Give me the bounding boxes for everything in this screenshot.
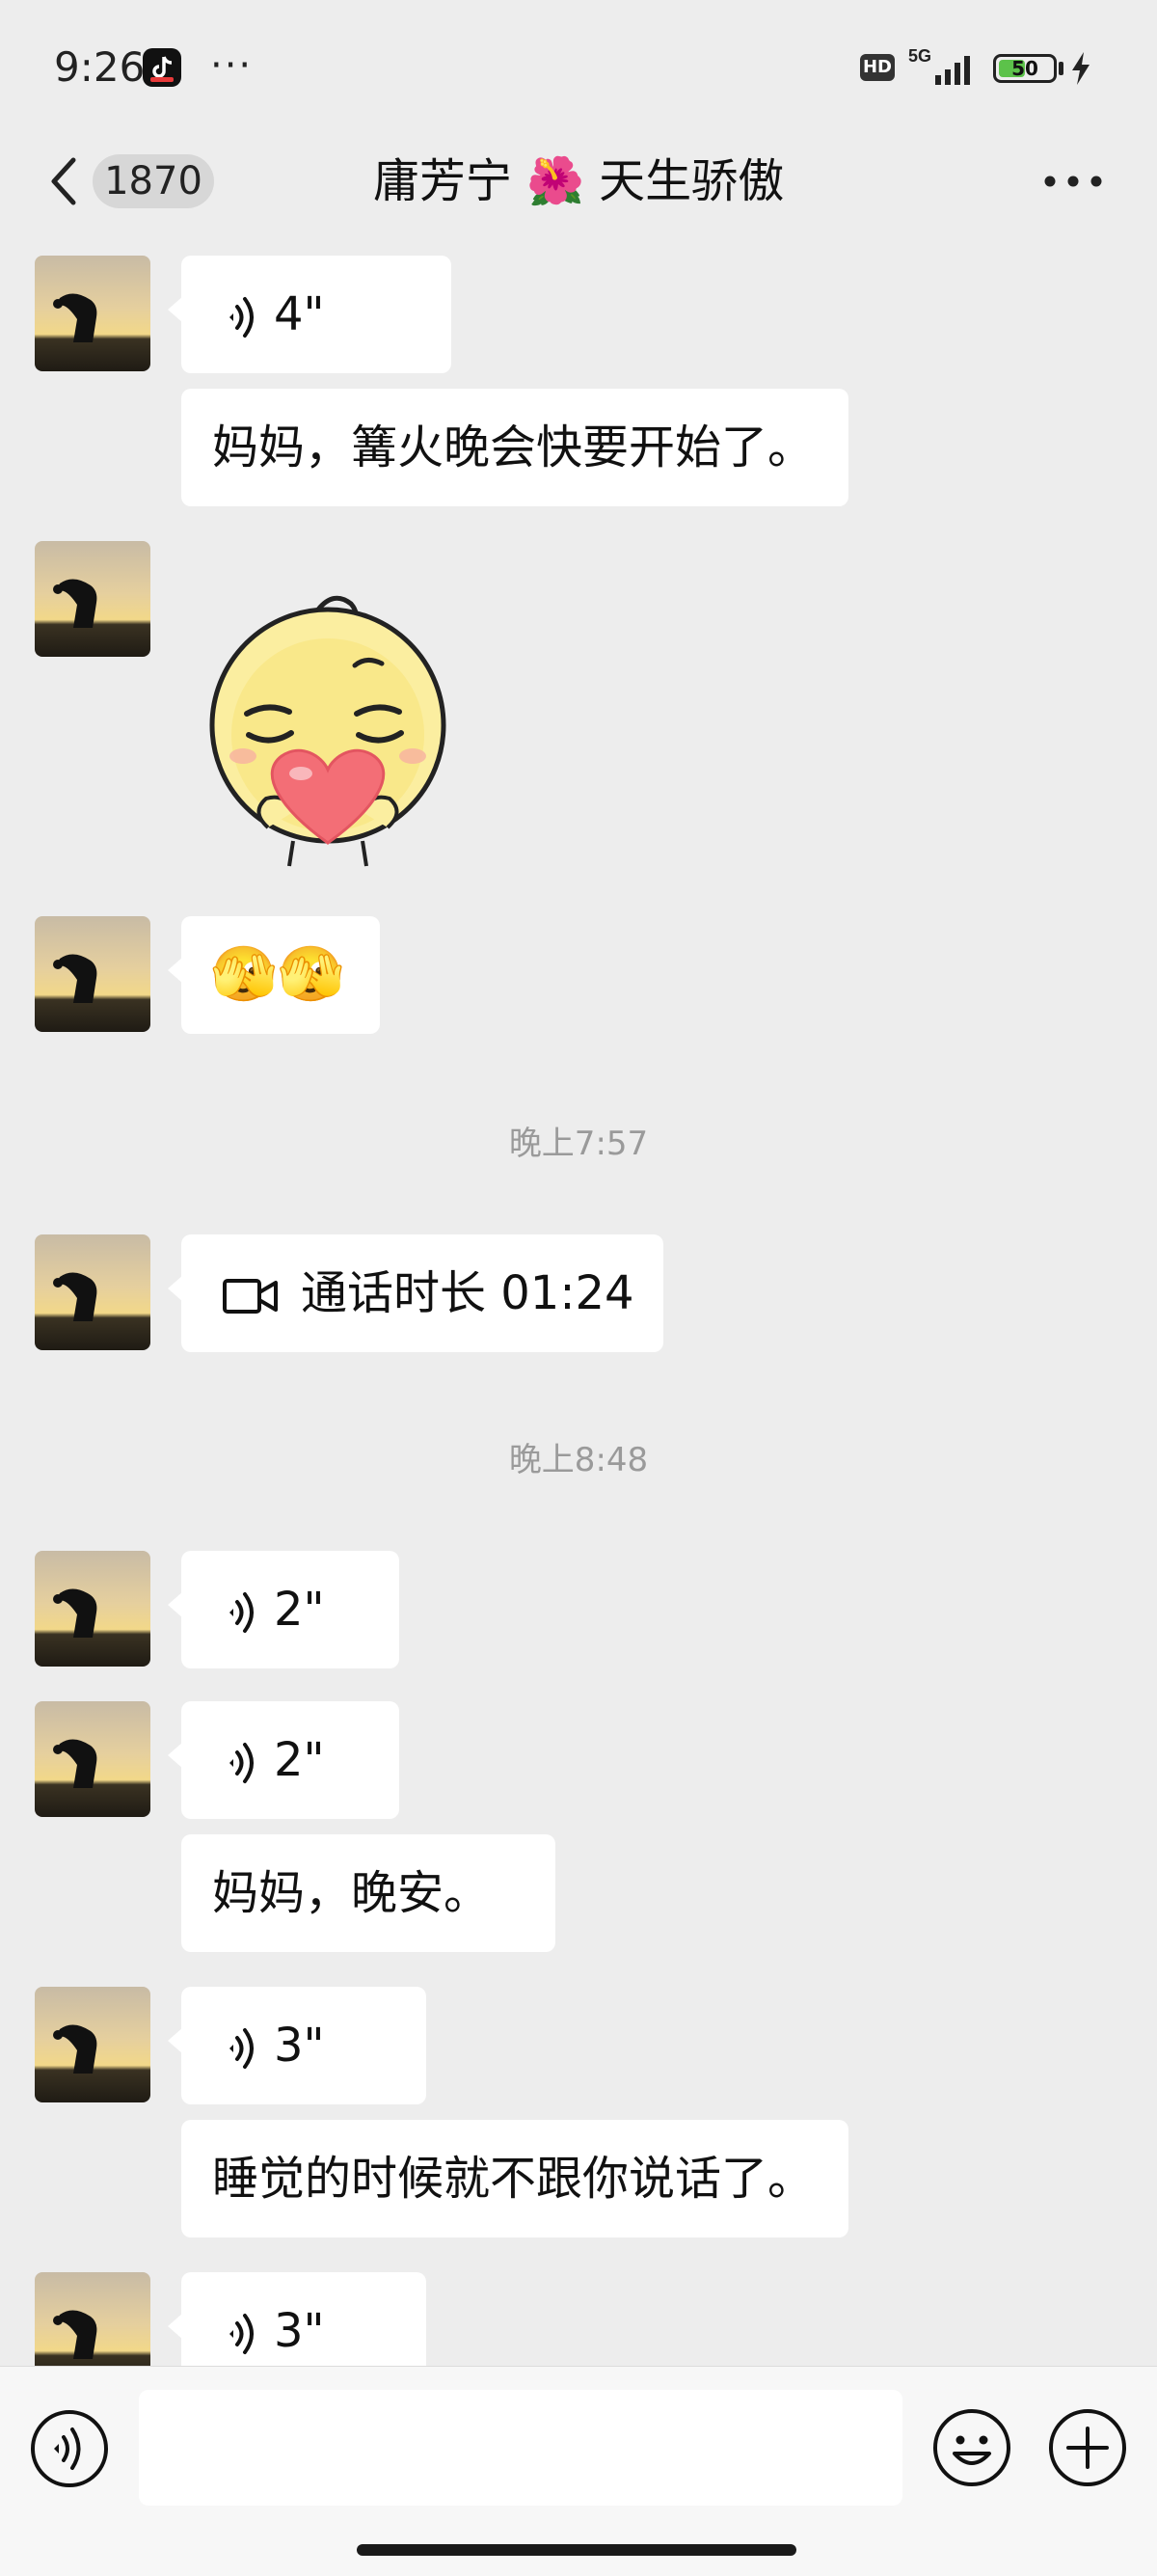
- video-camera-icon: [223, 1279, 278, 1314]
- more-dots-icon: [1044, 176, 1102, 187]
- emoji-button[interactable]: [931, 2407, 1012, 2488]
- chevron-left-icon: [51, 157, 76, 205]
- text-message[interactable]: 妈妈，晚安。: [181, 1834, 555, 1952]
- battery-icon: 50: [993, 54, 1057, 83]
- voice-wave-icon: [229, 1592, 254, 1633]
- hd-indicator: HD: [860, 54, 895, 81]
- silhouette-image: [53, 2310, 97, 2359]
- timestamp: 晚上7:57: [508, 1125, 649, 1163]
- voice-duration: 2": [274, 1583, 325, 1637]
- contact-avatar[interactable]: [35, 916, 150, 1032]
- voice-duration: 3": [274, 2304, 325, 2358]
- voice-message[interactable]: 4": [168, 256, 451, 373]
- plus-icon: [1049, 2409, 1126, 2486]
- text-message[interactable]: 妈妈，篝火晚会快要开始了。: [181, 389, 848, 506]
- silhouette-image: [53, 2024, 97, 2074]
- silhouette-image: [53, 1272, 97, 1321]
- silhouette-image: [53, 1588, 97, 1638]
- chat-title: 庸芳宁 🌺 天生骄傲: [372, 154, 785, 208]
- voice-wave-icon: [229, 2314, 254, 2354]
- voice-duration: 4": [274, 287, 325, 341]
- message-input[interactable]: [139, 2390, 902, 2506]
- voice-message[interactable]: 2": [168, 1551, 399, 1668]
- voice-duration: 3": [274, 2019, 325, 2073]
- voice-wave-icon: [229, 297, 254, 338]
- voice-wave-icon: [229, 2028, 254, 2069]
- tiktok-notification-icon: [143, 48, 181, 87]
- video-call-message[interactable]: 通话时长 01:24: [168, 1234, 663, 1352]
- chat-area[interactable]: 4" 妈妈，篝火晚会快要开始了。 🫣🫣 晚上7:57 通话时长 01:24 晚上…: [0, 241, 1157, 2366]
- contact-avatar[interactable]: [35, 1987, 150, 2102]
- silhouette-image: [53, 579, 97, 628]
- contact-avatar[interactable]: [35, 256, 150, 371]
- heart-sticker: [209, 595, 446, 867]
- status-more-indicator: ···: [210, 43, 254, 88]
- contact-avatar[interactable]: [35, 541, 150, 657]
- timestamp: 晚上8:48: [508, 1441, 649, 1479]
- contact-avatar[interactable]: [35, 1551, 150, 1667]
- voice-duration: 2": [274, 1733, 325, 1787]
- silhouette-image: [53, 1739, 97, 1788]
- emoji-icon: [933, 2409, 1010, 2486]
- contact-avatar[interactable]: [35, 1234, 150, 1350]
- voice-input-button[interactable]: [29, 2408, 110, 2489]
- emoji-text: 🫣🫣: [210, 943, 345, 1006]
- unread-count-badge[interactable]: 1870: [93, 154, 214, 208]
- text-message[interactable]: 睡觉的时候就不跟你说话了。: [181, 2120, 848, 2237]
- voice-message[interactable]: 3": [168, 1987, 426, 2104]
- contact-avatar[interactable]: [35, 2272, 150, 2366]
- more-options-button[interactable]: [1043, 174, 1103, 189]
- silhouette-image: [53, 293, 97, 342]
- voice-wave-icon: [229, 1743, 254, 1783]
- silhouette-image: [53, 954, 97, 1003]
- back-button[interactable]: [42, 152, 85, 210]
- voice-message[interactable]: 3": [168, 2272, 426, 2366]
- call-duration: 通话时长 01:24: [301, 1266, 634, 1320]
- more-functions-button[interactable]: [1047, 2407, 1128, 2488]
- voice-message[interactable]: 2": [168, 1701, 399, 1819]
- battery-level: 50: [1011, 57, 1038, 80]
- contact-avatar[interactable]: [35, 1701, 150, 1817]
- emoji-message[interactable]: 🫣🫣: [168, 916, 380, 1034]
- status-time: 9:26: [54, 43, 146, 91]
- network-label: 5G: [908, 46, 931, 66]
- home-indicator[interactable]: [357, 2544, 796, 2556]
- signal-5g-icon: 5G: [906, 44, 980, 89]
- voice-input-icon: [31, 2410, 108, 2487]
- battery-cap: [1059, 62, 1063, 75]
- charging-bolt-icon: [1068, 50, 1093, 87]
- heart-sticker-message[interactable]: [193, 542, 463, 880]
